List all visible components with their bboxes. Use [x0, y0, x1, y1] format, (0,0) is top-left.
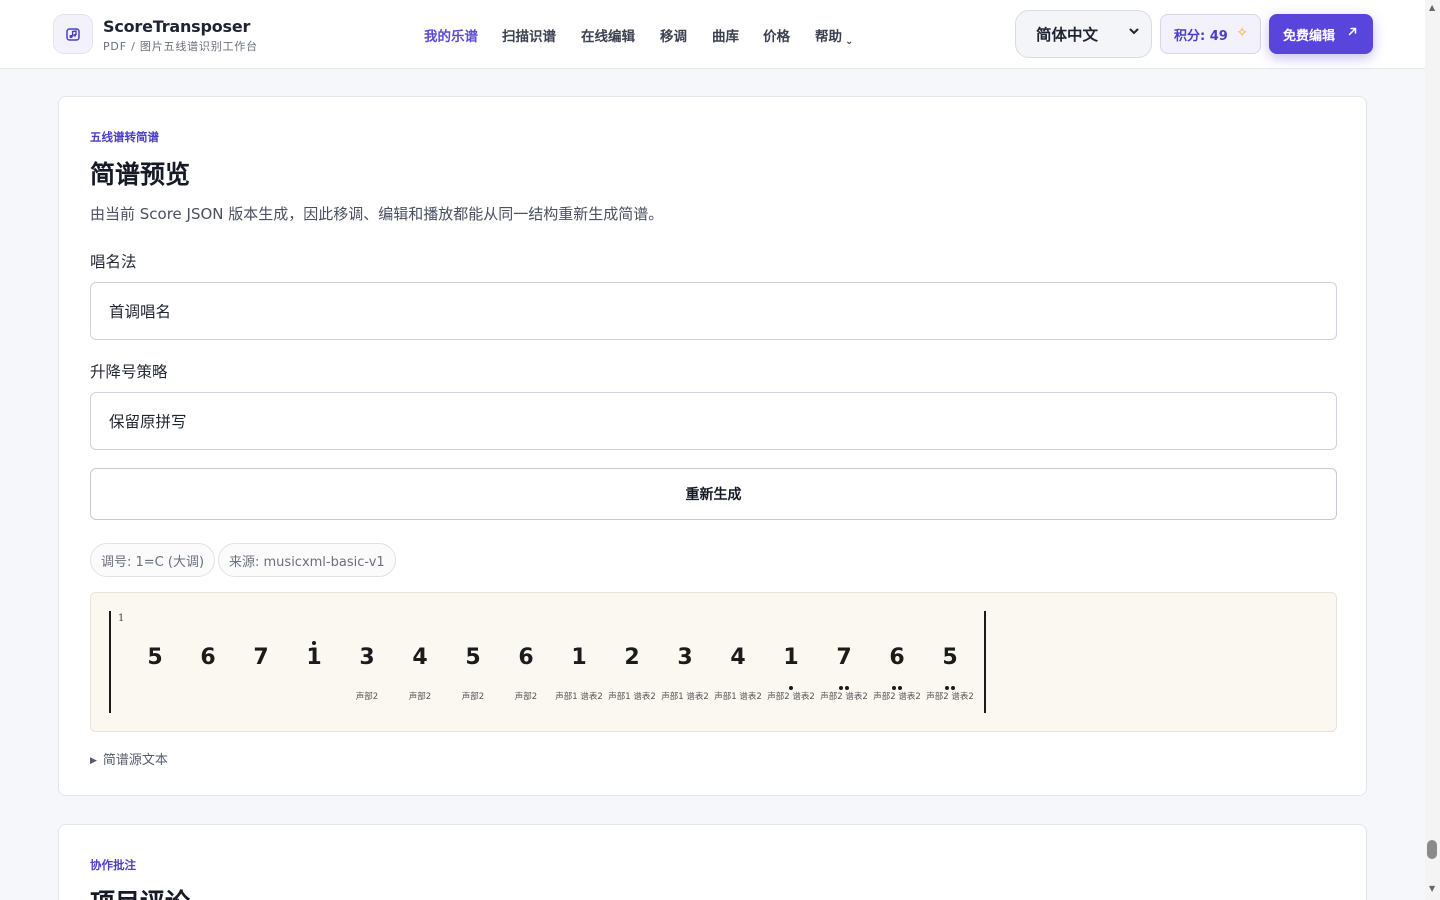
accidental-select[interactable]: 保留原拼写	[90, 392, 1337, 450]
external-arrow-icon	[1348, 27, 1357, 36]
voice-label: 声部1 谱表2	[714, 692, 762, 702]
nav-item-online-edit[interactable]: 在线编辑	[581, 25, 635, 45]
barline-start	[109, 611, 111, 713]
jianpu-score: 1 5 6 7 1 3 声部2 4 声部2 5 声部2 6 声部2 1 声部1 谱表2 2 声部1 谱表2 3 声…	[90, 592, 1337, 732]
brand-name[interactable]: ScoreTransposer	[103, 17, 250, 36]
scroll-thumb[interactable]	[1427, 840, 1437, 859]
jianpu-note[interactable]: 1	[559, 645, 599, 670]
points-text: 积分: 49	[1174, 28, 1228, 44]
sparkle-icon: ✧	[1236, 25, 1248, 41]
triangle-right-icon: ▶	[90, 756, 97, 766]
voice-label: 声部2 谱表2	[873, 692, 921, 702]
points-badge[interactable]: 积分: 49 ✧	[1160, 14, 1261, 54]
jianpu-note[interactable]: 5	[453, 645, 493, 670]
jianpu-note[interactable]: 6	[188, 645, 228, 670]
language-select[interactable]: 简体中文	[1015, 10, 1152, 58]
jianpu-note[interactable]: 7	[824, 645, 864, 670]
voice-label: 声部1 谱表2	[608, 692, 656, 702]
nav-item-library[interactable]: 曲库	[712, 25, 739, 45]
section-description: 由当前 Score JSON 版本生成，因此移调、编辑和播放都能从同一结构重新生…	[90, 205, 664, 223]
voice-label: 声部2 谱表2	[820, 692, 868, 702]
logo[interactable]	[53, 14, 93, 54]
language-select-value: 简体中文	[1036, 26, 1099, 44]
page-title: 简谱预览	[90, 160, 191, 189]
voice-label: 声部2	[355, 692, 379, 702]
jianpu-note[interactable]: 3	[665, 645, 705, 670]
accidental-label: 升降号策略	[90, 363, 168, 381]
regenerate-button[interactable]: 重新生成	[90, 468, 1337, 520]
comments-card: 协作批注 项目评论	[58, 824, 1367, 900]
barline-end	[984, 611, 986, 713]
solfege-label: 唱名法	[90, 253, 137, 271]
jianpu-note[interactable]: 7	[241, 645, 281, 670]
voice-label: 声部1 谱表2	[555, 692, 603, 702]
free-edit-button[interactable]: 免费编辑	[1269, 14, 1373, 54]
comments-eyebrow: 协作批注	[90, 858, 136, 872]
voice-label: 声部2	[408, 692, 432, 702]
source-chip: 来源: musicxml-basic-v1	[218, 543, 396, 577]
jianpu-note[interactable]: 1	[294, 645, 334, 670]
chevron-down-icon	[1129, 28, 1139, 35]
chevron-down-icon: ⌄	[845, 36, 854, 47]
solfege-select[interactable]: 首调唱名	[90, 282, 1337, 340]
nav-item-help[interactable]: 帮助 ⌄	[815, 25, 854, 47]
jianpu-note[interactable]: 5	[135, 645, 175, 670]
nav-item-scan[interactable]: 扫描识谱	[502, 25, 556, 45]
jianpu-note[interactable]: 2	[612, 645, 652, 670]
brand-subtitle: PDF / 图片五线谱识别工作台	[103, 40, 258, 53]
page-scrollbar[interactable]: ▲ ▼	[1425, 0, 1440, 900]
scroll-down-icon[interactable]: ▼	[1429, 884, 1435, 893]
nav-item-pricing[interactable]: 价格	[763, 25, 790, 45]
voice-label: 声部2	[514, 692, 538, 702]
key-signature-chip: 调号: 1=C (大调)	[90, 543, 216, 577]
nav-item-transpose[interactable]: 移调	[660, 25, 687, 45]
free-edit-label: 免费编辑	[1283, 28, 1336, 44]
scroll-up-icon[interactable]: ▲	[1429, 3, 1435, 12]
voice-label: 声部2 谱表2	[767, 692, 815, 702]
comments-title: 项目评论	[90, 883, 190, 900]
nav-item-help-label: 帮助	[815, 29, 842, 45]
source-text-label: 简谱源文本	[102, 753, 168, 768]
jianpu-preview-card: 五线谱转简谱 简谱预览 由当前 Score JSON 版本生成，因此移调、编辑和…	[58, 96, 1367, 796]
source-text-toggle[interactable]: ▶ 简谱源文本	[90, 749, 168, 768]
measure-number: 1	[118, 613, 125, 624]
music-note-icon	[66, 28, 80, 41]
accidental-value: 保留原拼写	[109, 413, 187, 431]
jianpu-note[interactable]: 6	[506, 645, 546, 670]
octave-dot-above	[312, 641, 316, 645]
jianpu-note[interactable]: 6	[877, 645, 917, 670]
nav-item-my-scores[interactable]: 我的乐谱	[424, 25, 478, 45]
voice-label: 声部1 谱表2	[661, 692, 709, 702]
jianpu-note[interactable]: 4	[718, 645, 758, 670]
top-header: ScoreTransposer PDF / 图片五线谱识别工作台 我的乐谱 扫描…	[0, 0, 1425, 69]
jianpu-note[interactable]: 4	[400, 645, 440, 670]
voice-label: 声部2	[461, 692, 485, 702]
jianpu-note[interactable]: 3	[347, 645, 387, 670]
jianpu-note[interactable]: 1	[771, 645, 811, 670]
voice-label: 声部2 谱表2	[926, 692, 974, 702]
solfege-value: 首调唱名	[109, 303, 172, 321]
section-eyebrow: 五线谱转简谱	[90, 130, 159, 144]
jianpu-note[interactable]: 5	[930, 645, 970, 670]
